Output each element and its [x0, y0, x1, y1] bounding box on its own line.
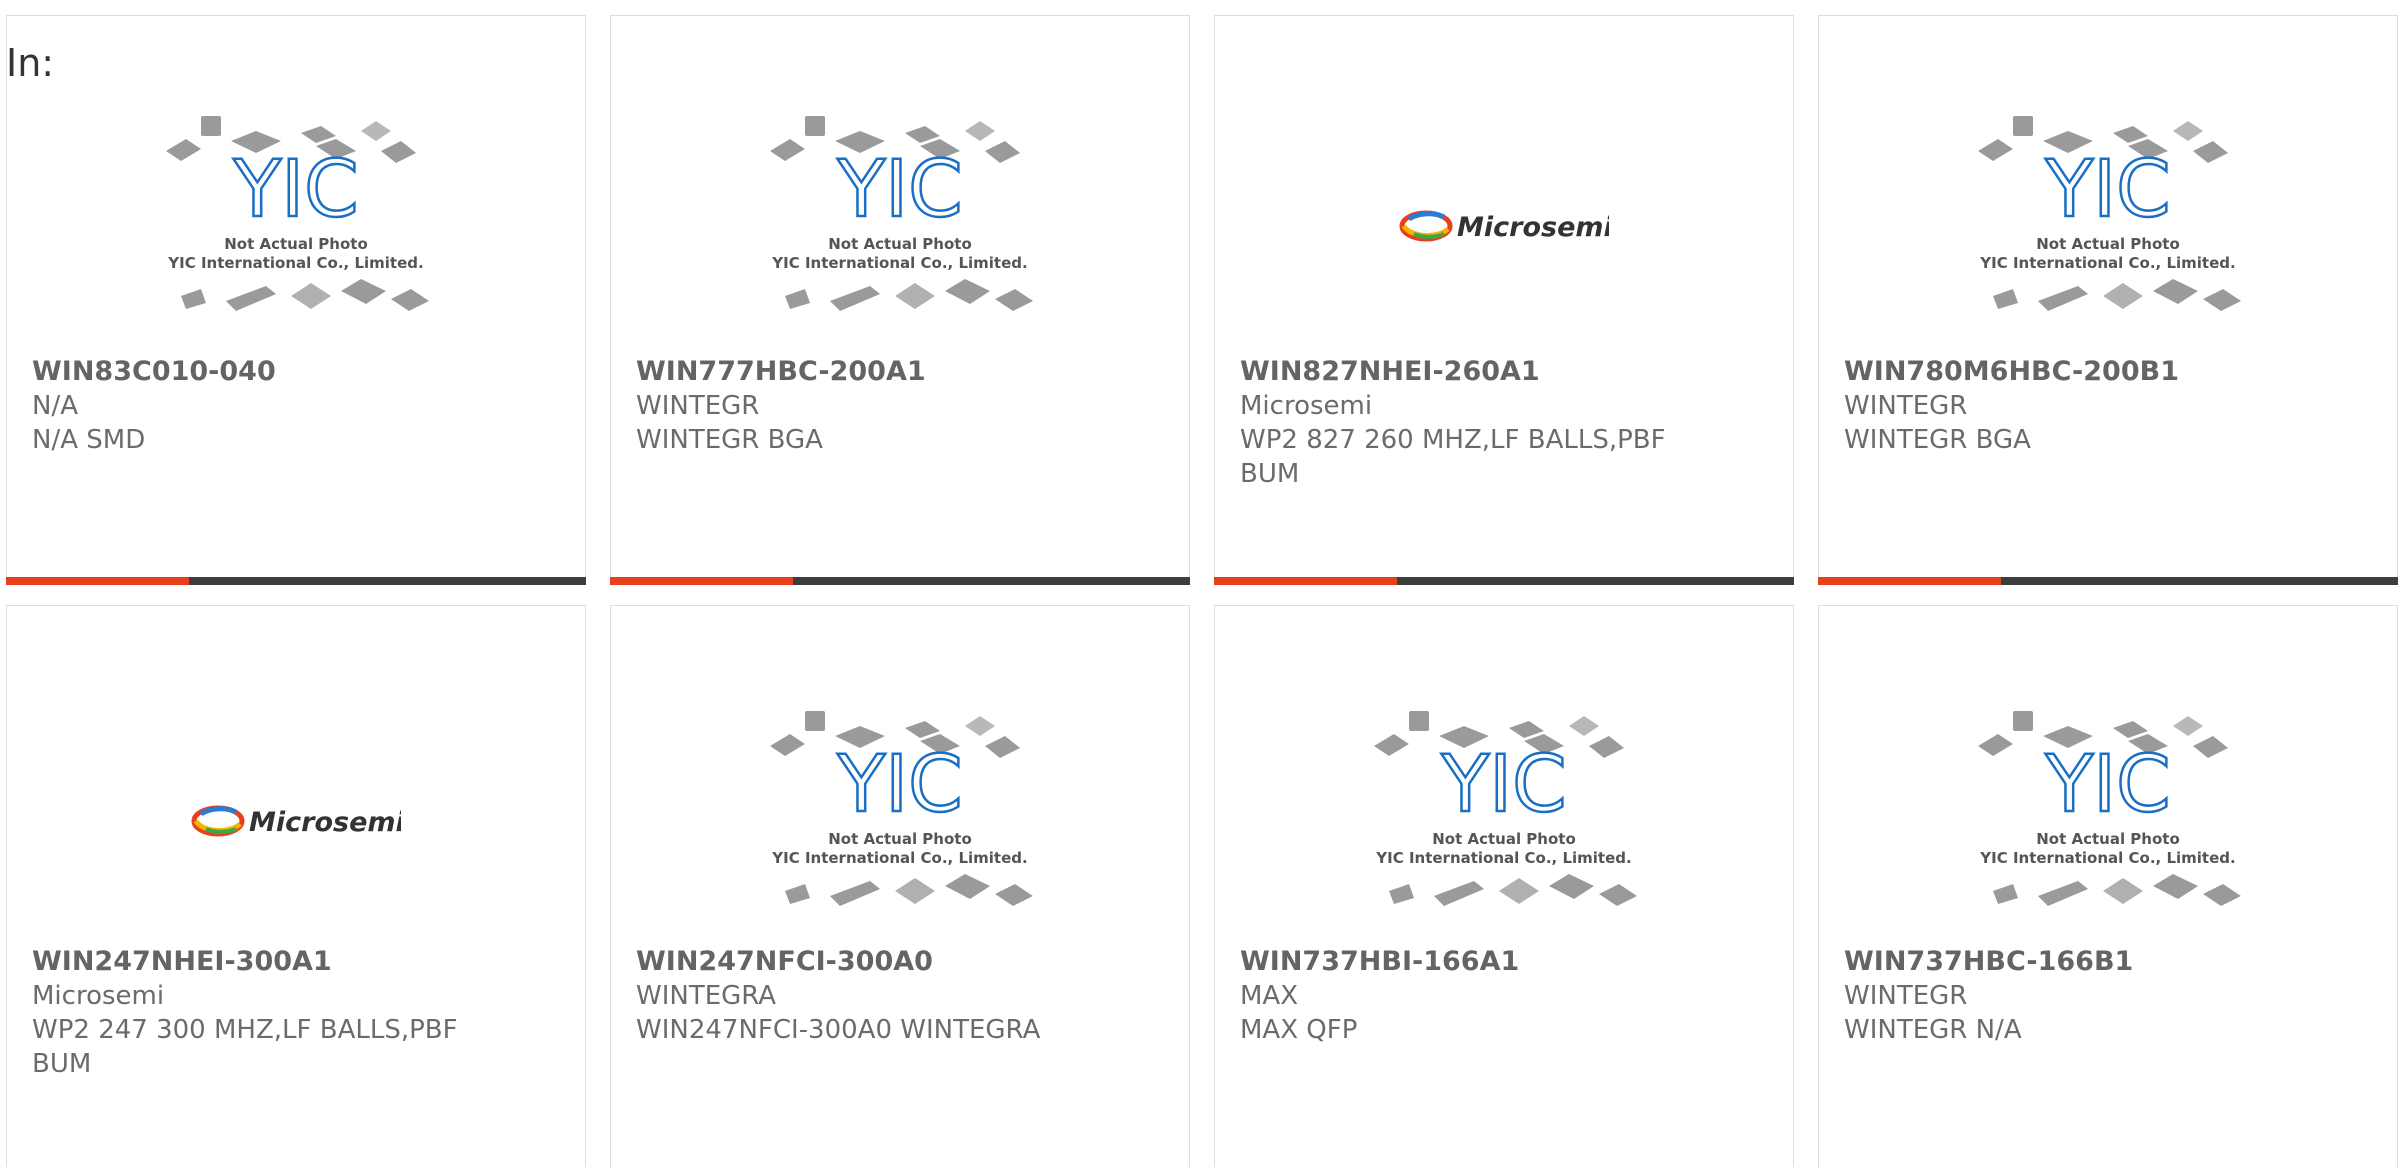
part-number[interactable]: WIN737HBI-166A1: [1240, 945, 1673, 979]
description: MAX QFP: [1240, 1015, 1358, 1045]
product-image: Microsemi: [7, 686, 585, 956]
description: WP2 247 300 MHZ,LF BALLS,PBF BUM: [32, 1015, 458, 1079]
part-number[interactable]: WIN777HBC-200A1: [636, 355, 1069, 389]
description: WINTEGR N/A: [1844, 1015, 2022, 1045]
product-card[interactable]: Microsemi WIN247NHEI-300A1 Microsemi WP2…: [6, 605, 586, 1167]
placeholder-note: Not Actual Photo: [2036, 830, 2180, 848]
card-footer-bar: [6, 577, 586, 585]
product-info: WIN777HBC-200A1 WINTEGR WINTEGR BGA: [636, 355, 1069, 457]
description: WINTEGR BGA: [1844, 425, 2031, 455]
product-image: Microsemi: [1215, 91, 1793, 361]
svg-text:YIC: YIC: [836, 145, 962, 235]
placeholder-chips-icon: YIC Not Actual Photo YIC International C…: [770, 116, 1033, 311]
placeholder-note: Not Actual Photo: [828, 830, 972, 848]
product-card[interactable]: YIC Not Actual Photo YIC International C…: [1214, 605, 1794, 1167]
svg-text:YIC: YIC: [2044, 740, 2170, 830]
in-label: In:: [6, 41, 55, 85]
placeholder-chips-icon: YIC Not Actual Photo YIC International C…: [1978, 116, 2241, 311]
product-card[interactable]: YIC Not Actual Photo YIC International C…: [1818, 15, 2398, 585]
placeholder-note: Not Actual Photo: [828, 235, 972, 253]
part-number[interactable]: WIN247NFCI-300A0: [636, 945, 1069, 979]
card-footer-bar: [1214, 577, 1794, 585]
svg-text:Microsemi: Microsemi: [249, 807, 401, 838]
product-image: YIC Not Actual Photo YIC International C…: [7, 91, 585, 361]
description: WP2 827 260 MHZ,LF BALLS,PBF BUM: [1240, 425, 1666, 489]
product-info: WIN83C010-040 N/A N/A SMD: [32, 355, 465, 457]
placeholder-company: YIC International Co., Limited.: [167, 254, 423, 272]
placeholder-company: YIC International Co., Limited.: [771, 849, 1027, 867]
card-footer-bar: [610, 577, 1190, 585]
placeholder-chips-icon: YIC Not Actual Photo YIC International C…: [1374, 711, 1637, 906]
product-info: WIN247NFCI-300A0 WINTEGRA WIN247NFCI-300…: [636, 945, 1069, 1047]
manufacturer: Microsemi: [32, 981, 165, 1011]
product-image: YIC Not Actual Photo YIC International C…: [611, 686, 1189, 956]
placeholder-note: Not Actual Photo: [2036, 235, 2180, 253]
placeholder-chips-icon: YIC Not Actual Photo YIC International C…: [1978, 711, 2241, 906]
manufacturer: WINTEGRA: [636, 981, 777, 1011]
svg-text:YIC: YIC: [2044, 145, 2170, 235]
product-info: WIN737HBC-166B1 WINTEGR WINTEGR N/A: [1844, 945, 2277, 1047]
manufacturer: WINTEGR: [636, 391, 760, 421]
product-grid: YIC Not Actual Photo YIC International C…: [6, 15, 2398, 1167]
placeholder-company: YIC International Co., Limited.: [1979, 849, 2235, 867]
product-card[interactable]: YIC Not Actual Photo YIC International C…: [610, 605, 1190, 1167]
description: WINTEGR BGA: [636, 425, 823, 455]
description: N/A SMD: [32, 425, 146, 455]
svg-text:Microsemi: Microsemi: [1457, 212, 1609, 243]
svg-text:YIC: YIC: [836, 740, 962, 830]
microsemi-logo-icon: Microsemi: [1399, 210, 1609, 243]
product-card[interactable]: YIC Not Actual Photo YIC International C…: [610, 15, 1190, 585]
manufacturer: WINTEGR: [1844, 981, 1968, 1011]
placeholder-company: YIC International Co., Limited.: [1979, 254, 2235, 272]
manufacturer: N/A: [32, 391, 78, 421]
placeholder-note: Not Actual Photo: [1432, 830, 1576, 848]
manufacturer: WINTEGR: [1844, 391, 1968, 421]
placeholder-company: YIC International Co., Limited.: [771, 254, 1027, 272]
part-number[interactable]: WIN827NHEI-260A1: [1240, 355, 1673, 389]
product-card[interactable]: YIC Not Actual Photo YIC International C…: [1818, 605, 2398, 1167]
part-number[interactable]: WIN780M6HBC-200B1: [1844, 355, 2277, 389]
product-card[interactable]: YIC Not Actual Photo YIC International C…: [6, 15, 586, 585]
product-info: WIN737HBI-166A1 MAX MAX QFP: [1240, 945, 1673, 1047]
product-card[interactable]: Microsemi WIN827NHEI-260A1 Microsemi WP2…: [1214, 15, 1794, 585]
product-info: WIN247NHEI-300A1 Microsemi WP2 247 300 M…: [32, 945, 465, 1081]
placeholder-note: Not Actual Photo: [224, 235, 368, 253]
manufacturer: MAX: [1240, 981, 1299, 1011]
product-info: WIN827NHEI-260A1 Microsemi WP2 827 260 M…: [1240, 355, 1673, 491]
microsemi-logo-icon: Microsemi: [191, 805, 401, 838]
placeholder-company: YIC International Co., Limited.: [1375, 849, 1631, 867]
svg-text:YIC: YIC: [1440, 740, 1566, 830]
placeholder-chips-icon: YIC Not Actual Photo YIC International C…: [166, 116, 429, 311]
product-image: YIC Not Actual Photo YIC International C…: [1215, 686, 1793, 956]
product-image: YIC Not Actual Photo YIC International C…: [1819, 91, 2397, 361]
product-image: YIC Not Actual Photo YIC International C…: [611, 91, 1189, 361]
description: WIN247NFCI-300A0 WINTEGRA: [636, 1015, 1041, 1045]
part-number[interactable]: WIN737HBC-166B1: [1844, 945, 2277, 979]
page: YIC Not Actual Photo YIC International C…: [0, 0, 2400, 1167]
product-info: WIN780M6HBC-200B1 WINTEGR WINTEGR BGA: [1844, 355, 2277, 457]
placeholder-chips-icon: YIC Not Actual Photo YIC International C…: [770, 711, 1033, 906]
svg-text:YIC: YIC: [232, 145, 358, 235]
part-number[interactable]: WIN247NHEI-300A1: [32, 945, 465, 979]
part-number[interactable]: WIN83C010-040: [32, 355, 465, 389]
product-image: YIC Not Actual Photo YIC International C…: [1819, 686, 2397, 956]
manufacturer: Microsemi: [1240, 391, 1373, 421]
card-footer-bar: [1818, 577, 2398, 585]
